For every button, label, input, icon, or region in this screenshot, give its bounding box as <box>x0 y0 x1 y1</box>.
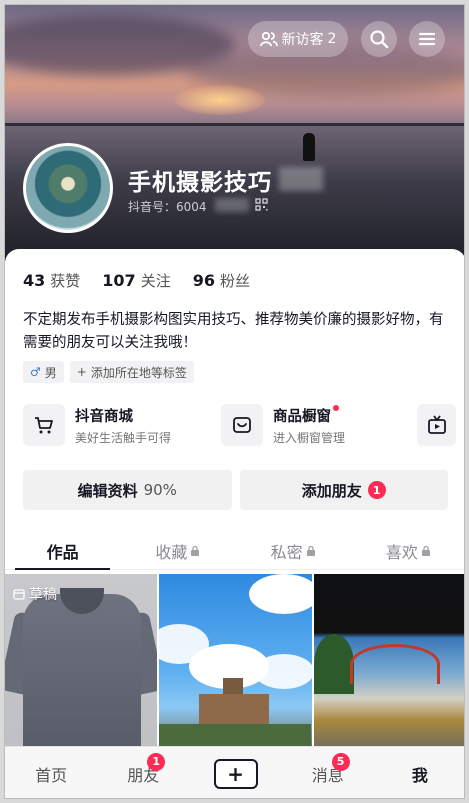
avatar[interactable] <box>23 143 113 233</box>
service-subtitle: 进入橱窗管理 <box>273 430 346 445</box>
add-friend-label: 添加朋友 <box>301 481 362 500</box>
search-icon <box>370 30 389 49</box>
notification-dot <box>333 404 339 411</box>
visitor-label: 新访客 <box>281 32 324 48</box>
edit-profile-label: 编辑资料 <box>77 481 138 500</box>
douyin-id: 抖音号：6004 <box>128 200 207 214</box>
cover-sun <box>175 85 265 115</box>
gender-label: 男 <box>44 365 57 380</box>
menu-button[interactable] <box>409 21 445 57</box>
tab-label: 私密 <box>270 542 303 562</box>
create-button[interactable]: + <box>213 758 258 789</box>
qr-code-icon[interactable] <box>255 198 268 211</box>
works-grid: 草稿 <box>5 574 464 752</box>
plus-icon: + <box>76 365 87 379</box>
add-tag-label: 添加所在地等标签 <box>90 365 187 380</box>
nav-messages[interactable]: 消息 5 <box>282 747 374 799</box>
lock-icon <box>306 545 315 556</box>
nav-label: 我 <box>411 765 428 785</box>
shop-window-icon <box>221 404 263 446</box>
male-icon: ♂ <box>30 365 41 379</box>
new-visitors-button[interactable]: 新访客 2 <box>248 21 348 57</box>
tab-works[interactable]: 作品 <box>5 532 120 570</box>
tab-label: 喜欢 <box>385 542 418 562</box>
service-title: 商品橱窗 <box>273 404 345 426</box>
tab-private[interactable]: 私密 <box>236 532 351 569</box>
tab-label: 收藏 <box>155 542 188 562</box>
name-redaction <box>279 167 323 191</box>
nav-label: 首页 <box>35 765 68 785</box>
messages-badge: 5 <box>331 752 350 771</box>
stat-likes[interactable]: 43 获赞 <box>23 270 80 291</box>
service-live[interactable]: 直播 编辑 <box>417 402 464 448</box>
stat-number: 96 <box>192 271 215 290</box>
draft-tile[interactable]: 草稿 <box>5 574 158 752</box>
content-tabs: 作品 收藏 私密 喜欢 <box>5 532 464 570</box>
stat-number: 43 <box>23 271 46 290</box>
service-text: 商品橱窗 进入橱窗管理 <box>273 404 346 446</box>
video-tile[interactable] <box>159 574 312 752</box>
palm-tree <box>313 634 354 694</box>
service-title: 抖音商城 <box>75 408 133 425</box>
bottom-nav: 首页 朋友 1 + 消息 5 我 <box>5 746 464 799</box>
friends-badge: 1 <box>147 752 166 771</box>
shirt-image <box>23 594 141 752</box>
visitor-count: 2 <box>327 31 337 47</box>
bridge-arch <box>349 644 440 684</box>
profile-completion: 90% <box>143 481 177 499</box>
draft-label: 草稿 <box>29 587 57 603</box>
tab-likes[interactable]: 喜欢 <box>351 532 464 569</box>
lock-icon <box>191 545 200 556</box>
search-button[interactable] <box>361 21 397 57</box>
nav-create[interactable]: + <box>189 747 281 799</box>
cover-person-silhouette <box>303 133 315 161</box>
stat-following[interactable]: 107 关注 <box>102 270 170 291</box>
edit-profile-button[interactable]: 编辑资料 90% <box>23 470 232 510</box>
video-tile[interactable] <box>313 574 464 752</box>
stat-number: 107 <box>102 271 136 290</box>
stat-label: 粉丝 <box>219 272 250 290</box>
profile-actions: 编辑资料 90% 添加朋友 1 <box>23 470 448 510</box>
tv-icon <box>417 404 457 446</box>
profile-name: 手机摄影技巧 <box>128 170 272 196</box>
nav-me[interactable]: 我 <box>374 747 464 799</box>
add-friend-badge: 1 <box>367 481 386 499</box>
plus-icon: + <box>227 761 244 786</box>
cart-icon <box>23 404 65 446</box>
stat-followers[interactable]: 96 粉丝 <box>193 270 250 291</box>
stat-label: 关注 <box>140 272 171 290</box>
service-shop-window[interactable]: 商品橱窗 进入橱窗管理 <box>221 402 345 448</box>
add-tag-button[interactable]: + 添加所在地等标签 <box>69 361 194 383</box>
nav-home[interactable]: 首页 <box>5 747 97 799</box>
tab-label: 作品 <box>46 542 79 562</box>
service-douyin-mall[interactable]: 抖音商城 美好生活触手可得 <box>23 402 171 448</box>
profile-bio: 不定期发布手机摄影构图实用技巧、推荐物美价廉的摄影好物，有需要的朋友可以关注我哦… <box>23 312 444 351</box>
id-redaction <box>215 198 249 212</box>
nav-friends[interactable]: 朋友 1 <box>97 747 189 799</box>
menu-icon <box>418 32 436 46</box>
service-subtitle: 美好生活触手可得 <box>75 430 172 445</box>
gender-tag: ♂ 男 <box>23 361 64 383</box>
tab-favorites[interactable]: 收藏 <box>120 532 235 569</box>
draft-icon <box>13 589 25 600</box>
profile-tags: ♂ 男 + 添加所在地等标签 <box>23 361 194 383</box>
sky-cloud <box>249 574 312 614</box>
profile-screen: 新访客 2 手机摄影技巧 抖音号：6004 43 获赞 107 关注 96 粉丝… <box>4 4 465 799</box>
visitors-icon <box>259 31 278 47</box>
sky-cloud <box>254 654 312 689</box>
profile-stats: 43 获赞 107 关注 96 粉丝 <box>23 270 250 291</box>
service-title-text: 商品橱窗 <box>273 408 331 425</box>
profile-cover: 新访客 2 手机摄影技巧 抖音号：6004 <box>5 5 464 267</box>
lock-icon <box>421 545 430 556</box>
services-row: 抖音商城 美好生活触手可得 商品橱窗 进入橱窗管理 <box>23 402 464 448</box>
add-friend-button[interactable]: 添加朋友 1 <box>239 470 448 510</box>
service-text: 抖音商城 美好生活触手可得 <box>75 405 171 446</box>
profile-card: 43 获赞 107 关注 96 粉丝 不定期发布手机摄影构图实用技巧、推荐物美价廉的摄… <box>5 249 464 798</box>
stat-label: 获赞 <box>50 272 81 290</box>
draft-badge: 草稿 <box>13 584 57 604</box>
